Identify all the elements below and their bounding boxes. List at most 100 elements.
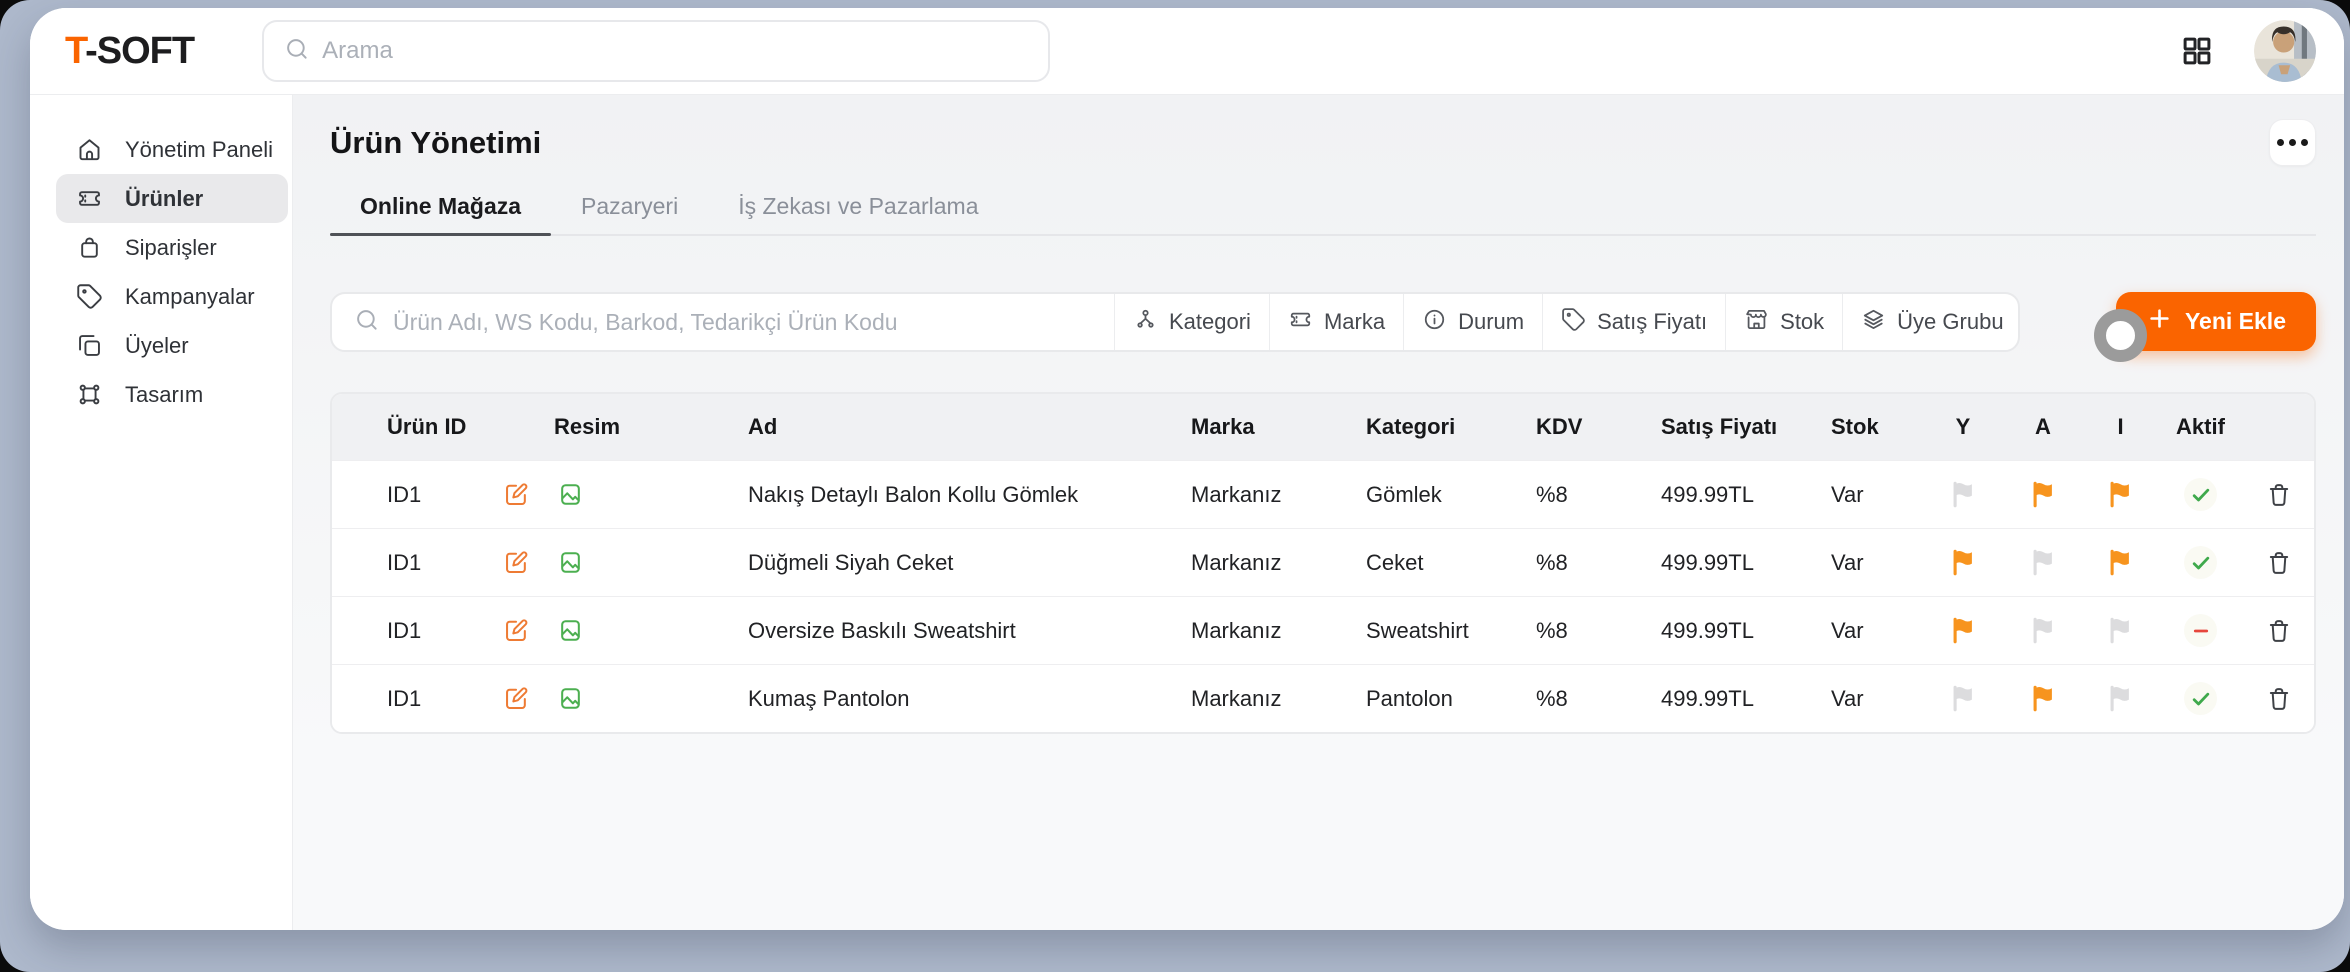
vector-square-icon <box>76 381 103 408</box>
sidebar-item-kampanyalar[interactable]: Kampanyalar <box>56 272 288 321</box>
flag-a-icon[interactable] <box>2028 615 2059 646</box>
col-header-a: A <box>2003 414 2083 440</box>
flag-y-icon[interactable] <box>1948 615 1979 646</box>
product-brand: Markanız <box>1183 686 1358 712</box>
ticket-icon <box>76 185 103 212</box>
edit-icon[interactable] <box>503 481 530 508</box>
product-stock: Var <box>1823 550 1923 576</box>
sidebar-item-label: Yönetim Paneli <box>125 137 273 163</box>
product-search-input[interactable] <box>393 309 1092 336</box>
filter-bar: Kategori Marka Durum Satış Fiyatı <box>330 292 2020 352</box>
flag-i-icon[interactable] <box>2105 615 2136 646</box>
layers-icon <box>1861 307 1886 338</box>
filter-label: Durum <box>1458 309 1524 335</box>
check-icon <box>2189 687 2213 711</box>
filter-durum[interactable]: Durum <box>1403 294 1542 350</box>
filter-satis-fiyati[interactable]: Satış Fiyatı <box>1542 294 1725 350</box>
more-options-button[interactable] <box>2269 119 2316 166</box>
flag-i-icon[interactable] <box>2105 683 2136 714</box>
col-header-kategori: Kategori <box>1358 414 1528 440</box>
flag-a-icon[interactable] <box>2028 479 2059 510</box>
active-status-icon[interactable] <box>2184 614 2217 647</box>
grid-apps-icon[interactable] <box>2176 30 2218 72</box>
product-name: Düğmeli Siyah Ceket <box>742 550 1183 576</box>
flag-y-icon[interactable] <box>1948 479 1979 510</box>
row-quick-icons <box>497 549 742 576</box>
active-status-icon[interactable] <box>2184 478 2217 511</box>
product-id: ID1 <box>332 482 497 508</box>
flag-i-icon[interactable] <box>2105 547 2136 578</box>
brand-logo-accent: T <box>65 30 85 72</box>
app-window: T-SOFT <box>30 8 2344 930</box>
sidebar-item-tasarim[interactable]: Tasarım <box>56 370 288 419</box>
sidebar-item-label: Kampanyalar <box>125 284 255 310</box>
filter-kategori[interactable]: Kategori <box>1114 294 1269 350</box>
sidebar-item-siparisler[interactable]: Siparişler <box>56 223 288 272</box>
product-stock: Var <box>1823 482 1923 508</box>
brand-logo-text: -SOFT <box>85 30 194 72</box>
filter-marka[interactable]: Marka <box>1269 294 1403 350</box>
sidebar-item-label: Üyeler <box>125 333 189 359</box>
sidebar: Yönetim Paneli Ürünler Siparişler Kampan… <box>30 95 293 930</box>
product-name: Nakış Detaylı Balon Kollu Gömlek <box>742 482 1183 508</box>
sidebar-item-urunler[interactable]: Ürünler <box>56 174 288 223</box>
trash-icon[interactable] <box>2265 481 2293 509</box>
tab-is-zekasi-ve-pazarlama[interactable]: İş Zekası ve Pazarlama <box>708 178 1008 234</box>
products-table: Ürün ID Resim Ad Marka Kategori KDV Satı… <box>330 392 2316 734</box>
product-kdv: %8 <box>1528 618 1653 644</box>
image-icon[interactable] <box>557 549 584 576</box>
active-status-icon[interactable] <box>2184 682 2217 715</box>
col-header-ad: Ad <box>742 414 1183 440</box>
product-brand: Markanız <box>1183 618 1358 644</box>
row-quick-icons <box>497 481 742 508</box>
trash-icon[interactable] <box>2265 685 2293 713</box>
tab-pazaryeri[interactable]: Pazaryeri <box>551 178 708 234</box>
ticket-icon <box>1288 307 1313 338</box>
col-header-kdv: KDV <box>1528 414 1653 440</box>
flag-y-icon[interactable] <box>1948 683 1979 714</box>
filter-label: Marka <box>1324 309 1385 335</box>
shopping-bag-icon <box>76 234 103 261</box>
flag-i-icon[interactable] <box>2105 479 2136 510</box>
product-id: ID1 <box>332 550 497 576</box>
col-header-stok: Stok <box>1823 414 1923 440</box>
product-id: ID1 <box>332 618 497 644</box>
edit-icon[interactable] <box>503 685 530 712</box>
tab-online-magaza[interactable]: Online Mağaza <box>330 178 551 234</box>
image-icon[interactable] <box>557 685 584 712</box>
product-search[interactable] <box>332 294 1114 350</box>
col-header-marka: Marka <box>1183 414 1358 440</box>
global-search-input[interactable] <box>322 37 1028 65</box>
plus-icon <box>2146 305 2173 338</box>
table-row: ID1 Nakış Detaylı Balon Kollu Gömlek Mar… <box>332 460 2314 528</box>
image-icon[interactable] <box>557 617 584 644</box>
col-header-i: I <box>2083 414 2158 440</box>
table-header-row: Ürün ID Resim Ad Marka Kategori KDV Satı… <box>332 394 2314 460</box>
tag-icon <box>1561 307 1586 338</box>
col-header-satis-fiyati: Satış Fiyatı <box>1653 414 1823 440</box>
filter-uye-grubu[interactable]: Üye Grubu <box>1842 294 2020 350</box>
trash-icon[interactable] <box>2265 549 2293 577</box>
active-status-icon[interactable] <box>2184 546 2217 579</box>
user-avatar[interactable] <box>2254 20 2316 82</box>
flag-a-icon[interactable] <box>2028 547 2059 578</box>
sidebar-item-yonetim-paneli[interactable]: Yönetim Paneli <box>56 125 288 174</box>
sidebar-item-label: Tasarım <box>125 382 203 408</box>
minus-icon <box>2189 619 2213 643</box>
info-circle-icon <box>1422 307 1447 338</box>
flag-a-icon[interactable] <box>2028 683 2059 714</box>
hierarchy-icon <box>1133 307 1158 338</box>
home-icon <box>76 136 103 163</box>
edit-icon[interactable] <box>503 617 530 644</box>
page-title: Ürün Yönetimi <box>330 125 541 161</box>
sidebar-item-uyeler[interactable]: Üyeler <box>56 321 288 370</box>
image-icon[interactable] <box>557 481 584 508</box>
flag-y-icon[interactable] <box>1948 547 1979 578</box>
more-dots-icon <box>2277 139 2284 146</box>
filter-stok[interactable]: Stok <box>1725 294 1842 350</box>
click-indicator <box>2094 309 2147 362</box>
trash-icon[interactable] <box>2265 617 2293 645</box>
global-search[interactable] <box>262 20 1050 82</box>
product-category: Sweatshirt <box>1358 618 1528 644</box>
edit-icon[interactable] <box>503 549 530 576</box>
